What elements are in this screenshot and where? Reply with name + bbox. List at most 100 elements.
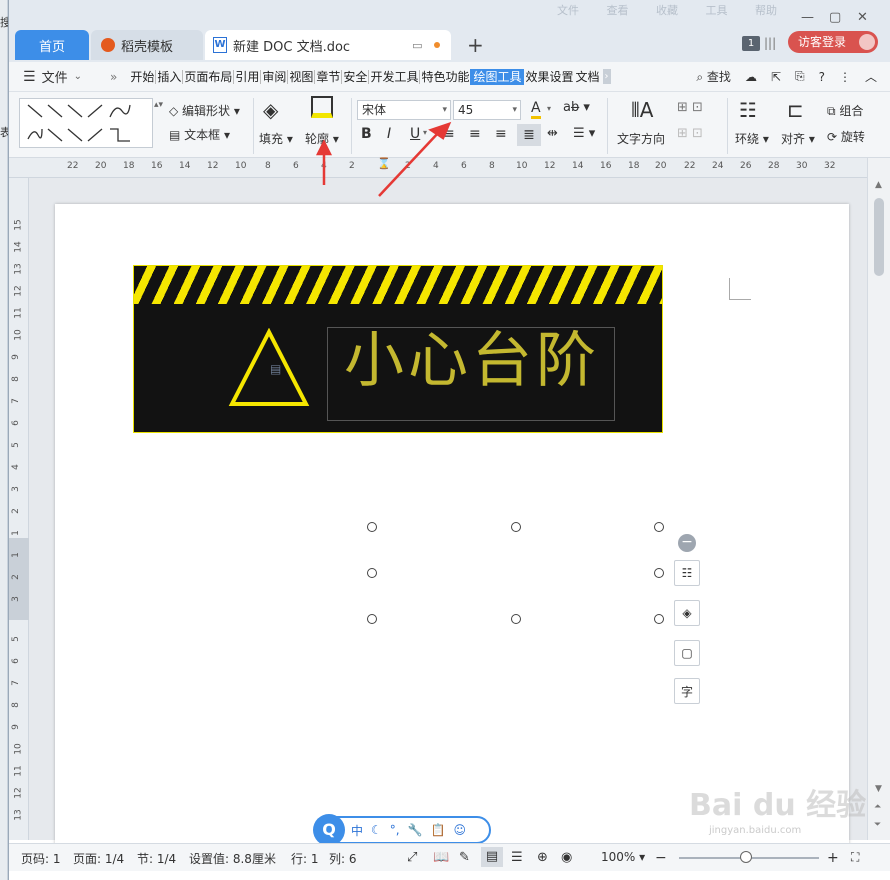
- text-direction-button[interactable]: 文字方向: [617, 130, 665, 147]
- fill-button[interactable]: 填充 ▾: [259, 130, 293, 147]
- window-count-badge[interactable]: 1: [742, 36, 760, 51]
- wrap-button[interactable]: 环绕 ▾: [735, 130, 769, 147]
- status-setting[interactable]: 设置值: 8.8厘米: [189, 850, 276, 867]
- page-view-icon[interactable]: ▤: [481, 847, 503, 867]
- next-page-icon[interactable]: ⏷: [874, 820, 881, 830]
- shapes-gallery[interactable]: [19, 98, 153, 148]
- resize-handle[interactable]: [511, 522, 521, 532]
- edit-shape-button[interactable]: ◇ 编辑形状 ▾: [169, 102, 240, 119]
- status-page[interactable]: 页面: 1/4: [73, 850, 124, 867]
- sync-icon[interactable]: ⎘: [795, 69, 805, 84]
- add-tab-button[interactable]: +: [467, 33, 484, 57]
- zoom-select[interactable]: 100% ▾: [601, 850, 645, 864]
- status-col[interactable]: 列: 6: [329, 850, 357, 867]
- bold-button[interactable]: B: [361, 126, 372, 142]
- eye-protect-icon[interactable]: ◉: [561, 850, 572, 865]
- tab-chapter[interactable]: 章节: [315, 69, 343, 84]
- align-right-icon[interactable]: ≡: [495, 126, 507, 142]
- more-options-icon[interactable]: ⋮: [839, 70, 851, 84]
- gallery-scroll-icon[interactable]: ▴▾: [154, 100, 163, 110]
- close-icon[interactable]: ✕: [857, 10, 868, 25]
- scroll-down-icon[interactable]: ▼: [875, 784, 882, 794]
- align-center-icon[interactable]: ≡: [469, 126, 481, 142]
- text-format-icon[interactable]: 字: [674, 678, 700, 704]
- collapse-ribbon-icon[interactable]: ︿: [865, 68, 877, 85]
- cloud-icon[interactable]: ☁: [745, 70, 757, 84]
- fill-float-icon[interactable]: ◈: [674, 600, 700, 626]
- text-box-button[interactable]: ▤ 文本框 ▾: [169, 126, 230, 143]
- emoji-icon[interactable]: ☺: [454, 823, 467, 837]
- vertical-ruler[interactable]: 15 14 13 12 11 10 9 8 7 6 5 4 3 2 1 1 2 …: [9, 178, 29, 840]
- prev-page-icon[interactable]: ⏶: [874, 802, 881, 812]
- help-icon[interactable]: ?: [819, 70, 825, 84]
- tab-document[interactable]: W 新建 DOC 文档.doc ▭: [205, 30, 451, 60]
- resize-handle[interactable]: [654, 614, 664, 624]
- tab-security[interactable]: 安全: [342, 69, 370, 84]
- status-section[interactable]: 节: 1/4: [137, 850, 176, 867]
- chevron-down-icon[interactable]: ▾: [423, 128, 427, 137]
- font-color-icon[interactable]: A: [531, 100, 541, 119]
- font-name-select[interactable]: 宋体 ▾: [357, 100, 451, 120]
- ghost-menu-file[interactable]: 文件: [557, 4, 579, 17]
- indent-marker-icon[interactable]: ⌛: [377, 157, 391, 170]
- resize-handle[interactable]: [367, 614, 377, 624]
- tab-references[interactable]: 引用: [234, 69, 262, 84]
- zoom-out-icon[interactable]: −: [655, 850, 667, 866]
- tab-developer[interactable]: 开发工具: [369, 69, 421, 84]
- search-button[interactable]: ⌕ 查找: [696, 68, 731, 85]
- tab-home[interactable]: 首页: [15, 30, 89, 60]
- tab-effects[interactable]: 效果设置: [524, 70, 574, 84]
- read-mode-icon[interactable]: 📖: [433, 850, 449, 865]
- tab-review[interactable]: 审阅: [261, 69, 289, 84]
- scroll-thumb[interactable]: [874, 198, 884, 276]
- ghost-menu-view[interactable]: 查看: [607, 4, 629, 17]
- punctuation-icon[interactable]: °,: [390, 823, 400, 837]
- wrench-icon[interactable]: 🔧: [408, 823, 423, 837]
- group-button[interactable]: ⧉ 组合: [827, 102, 863, 119]
- outline-button[interactable]: 轮廓 ▾: [305, 130, 339, 147]
- text-frame-icon[interactable]: ⊞ ⊡: [677, 100, 703, 115]
- edit-mode-icon[interactable]: ✎: [459, 850, 470, 865]
- line-spacing-icon[interactable]: ☰ ▾: [573, 126, 595, 141]
- collapse-float-icon[interactable]: −: [678, 534, 696, 552]
- tab-document-more[interactable]: 文档: [575, 70, 601, 84]
- tab-insert[interactable]: 插入: [156, 69, 184, 84]
- distributed-align-icon[interactable]: ⇹: [547, 126, 558, 141]
- status-row[interactable]: 行: 1: [291, 850, 319, 867]
- tab-view[interactable]: 视图: [288, 69, 316, 84]
- maximize-icon[interactable]: ▢: [829, 10, 841, 25]
- file-menu[interactable]: ☰ 文件 ⌄: [23, 67, 82, 87]
- clipboard-icon[interactable]: 📋: [431, 823, 446, 837]
- web-view-icon[interactable]: ⊕: [537, 850, 548, 865]
- ghost-menu-help[interactable]: 帮助: [755, 4, 777, 17]
- tab-docer-templates[interactable]: 稻壳模板: [91, 30, 203, 60]
- fit-page-icon[interactable]: ⛶: [851, 850, 859, 865]
- resize-handle[interactable]: [654, 568, 664, 578]
- window-list-icon[interactable]: |||: [764, 36, 776, 50]
- share-icon[interactable]: ⇱: [771, 70, 781, 84]
- resize-handle[interactable]: [367, 568, 377, 578]
- resize-handle[interactable]: [654, 522, 664, 532]
- outline-float-icon[interactable]: ▢: [674, 640, 700, 666]
- more-tabs-icon[interactable]: »: [110, 70, 117, 84]
- wrap-layout-icon[interactable]: ☷: [674, 560, 700, 586]
- zoom-slider-thumb[interactable]: [740, 851, 752, 863]
- highlight-icon[interactable]: ab̶ ▾: [563, 100, 590, 115]
- ghost-menu-fav[interactable]: 收藏: [656, 4, 678, 17]
- status-page-code[interactable]: 页码: 1: [21, 850, 61, 867]
- chevron-down-icon[interactable]: ▾: [547, 104, 551, 113]
- ime-toolbar[interactable]: Q 中 ☾ °, 🔧 📋 ☺: [313, 814, 491, 846]
- text-link-icon[interactable]: ⊞ ⊡: [677, 126, 703, 141]
- zoom-in-icon[interactable]: +: [827, 850, 839, 866]
- banner-text[interactable]: 小心台阶: [344, 312, 600, 399]
- tab-start[interactable]: 开始: [129, 69, 157, 84]
- justify-icon[interactable]: ≣: [517, 124, 541, 146]
- rotate-handle-icon[interactable]: ⟳: [509, 496, 521, 512]
- tab-drawing-tools[interactable]: 绘图工具: [470, 68, 525, 85]
- underline-button[interactable]: U: [410, 126, 420, 142]
- rotate-button[interactable]: ⟳ 旋转: [827, 128, 865, 145]
- horizontal-ruler[interactable]: 22 20 18 16 14 12 10 8 6 4 2 ⌛ 2 4 6 8 1…: [9, 157, 867, 178]
- resize-handle[interactable]: [367, 522, 377, 532]
- tab-features[interactable]: 特色功能: [420, 70, 470, 84]
- screen-icon[interactable]: ▭: [412, 39, 422, 52]
